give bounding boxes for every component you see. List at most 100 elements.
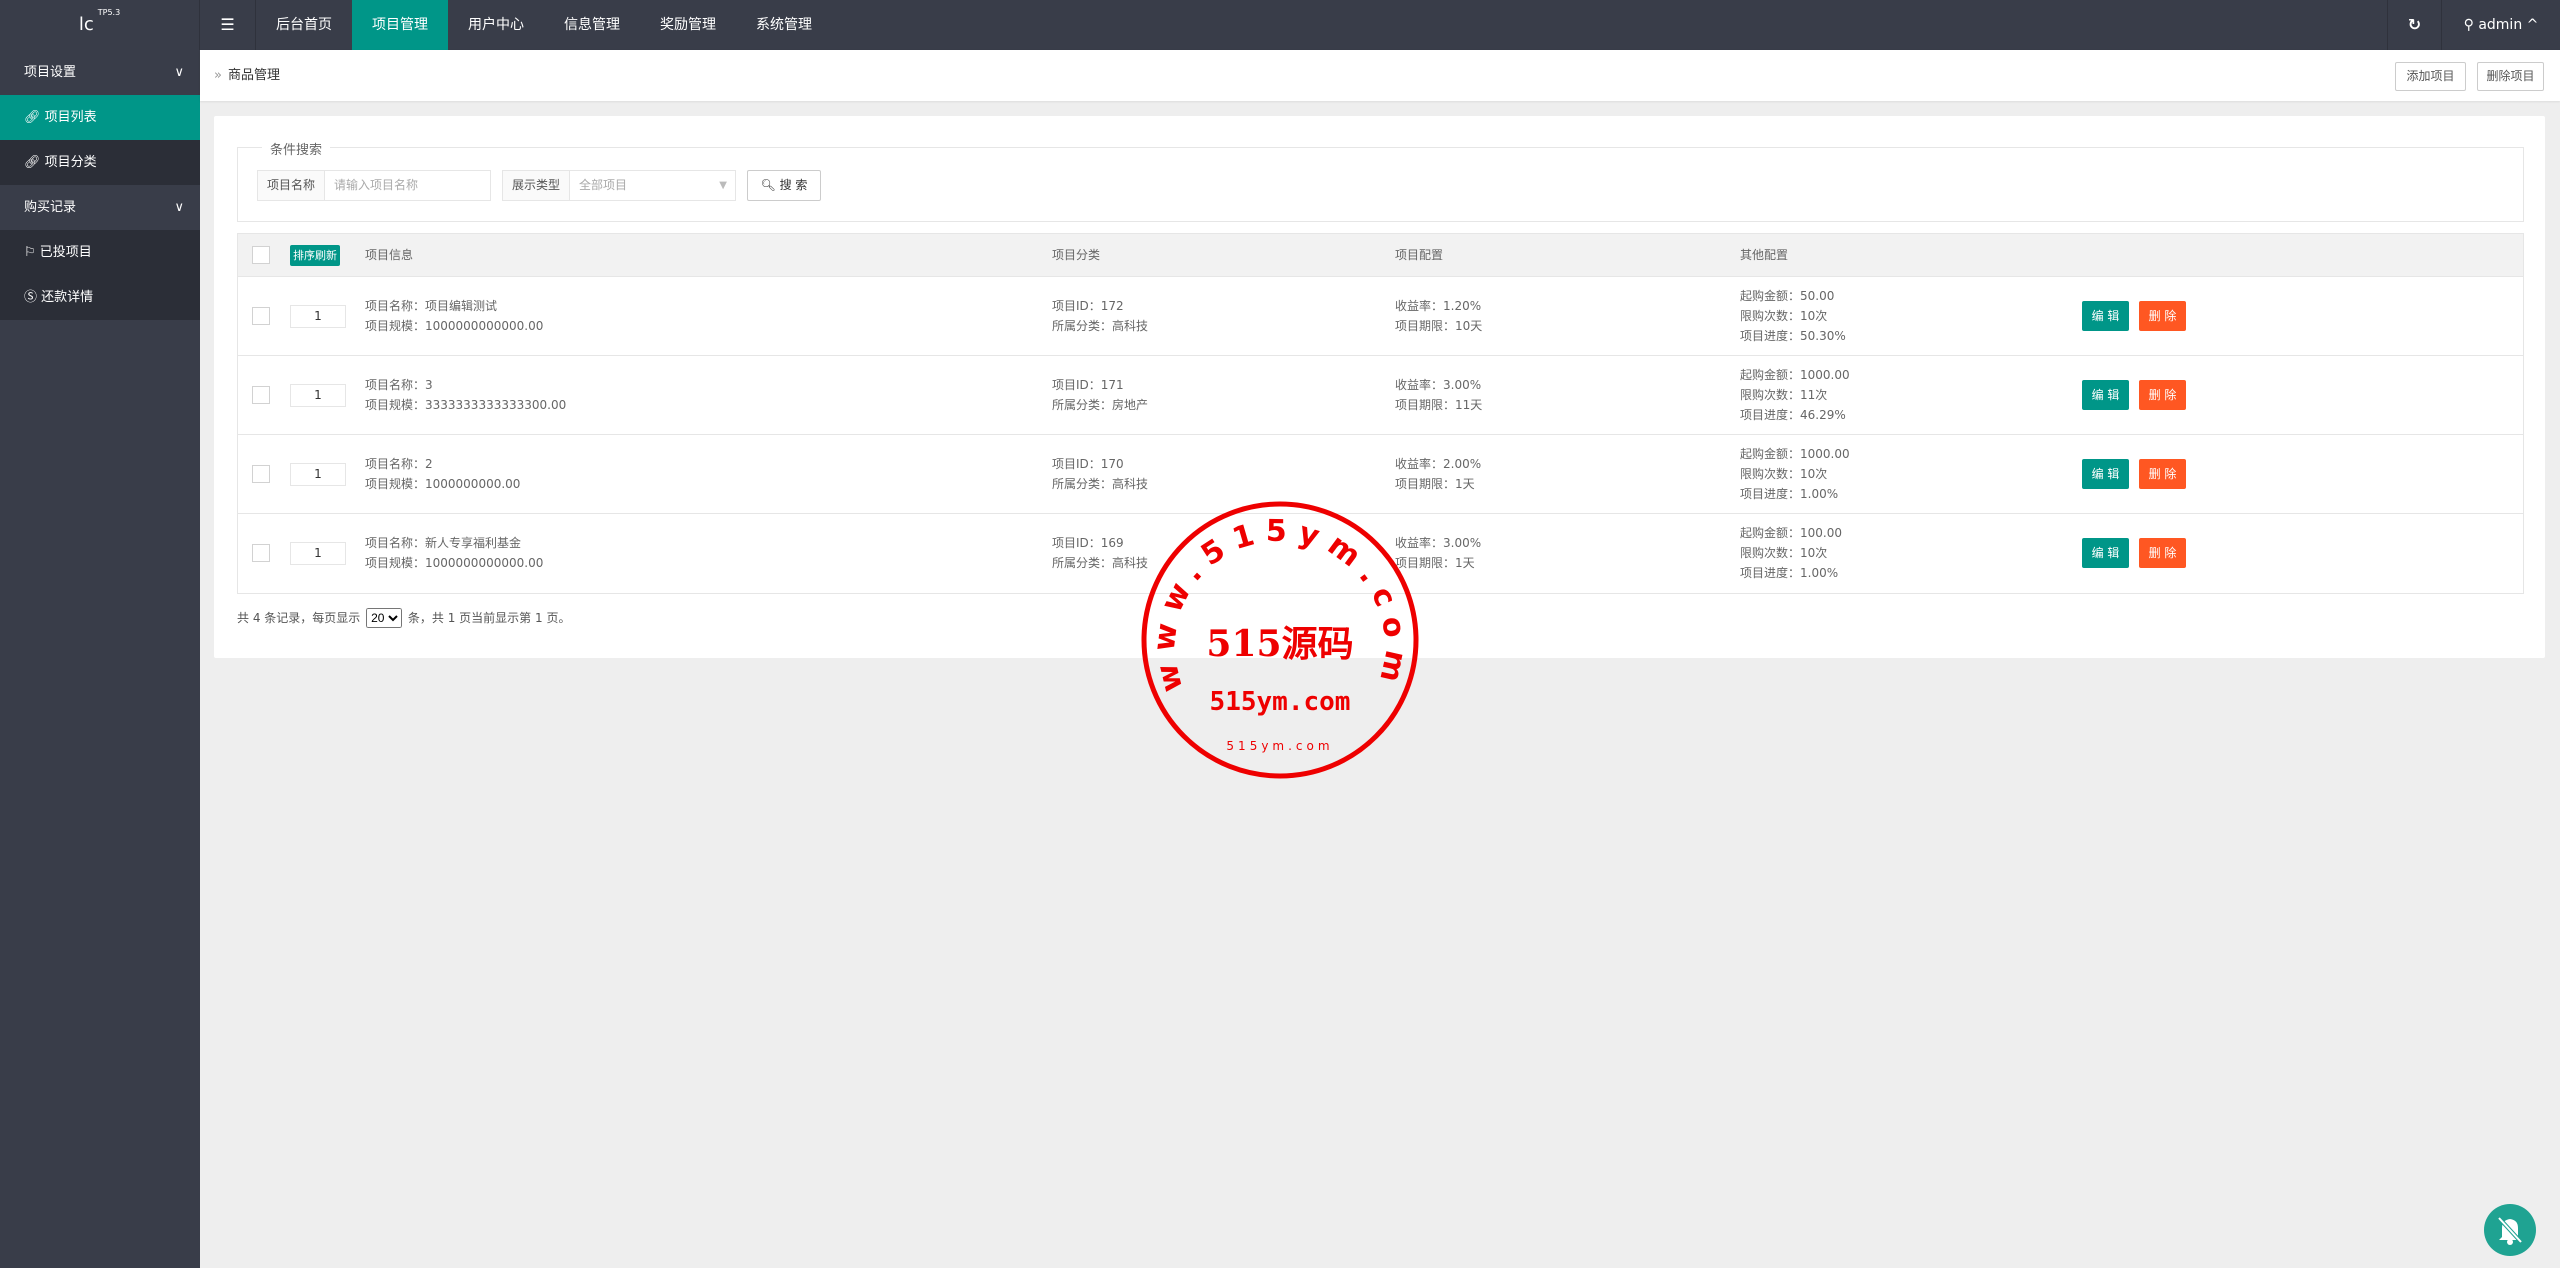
group-label: 项目设置	[24, 65, 77, 80]
nav-project-management[interactable]: 项目管理	[352, 0, 448, 50]
sidebar-item-project-category[interactable]: 🔗︎ 项目分类	[0, 140, 200, 185]
logo[interactable]: lcTP5.3	[0, 0, 200, 50]
project-table: 排序刷新 项目信息 项目分类 项目配置 其他配置 1 项目名称：项目编辑测试 项目…	[237, 233, 2524, 594]
version-label: TP5.3	[97, 8, 121, 17]
chevron-up-icon: ^	[2526, 17, 2539, 33]
col-other: 其他配置	[1740, 248, 1789, 262]
project-id: 项目ID：169	[1052, 536, 1124, 550]
category: 所属分类：高科技	[1052, 319, 1149, 333]
search-icon: 🔍︎	[760, 178, 776, 192]
pagination: 共 4 条记录，每页显示 20 条，共 1 页当前显示第 1 页。	[237, 608, 570, 628]
type-input-group: 展示类型 全部项目 ▼	[502, 170, 736, 201]
min-amount: 起购金额：50.00	[1740, 289, 1835, 303]
row-checkbox[interactable]	[252, 307, 270, 325]
page-size-select[interactable]: 20	[366, 608, 403, 628]
project-config: 收益率：3.00% 项目期限：11天	[1395, 375, 1482, 415]
search-fieldset: 条件搜索 项目名称 请输入项目名称 展示类型 全部项目 ▼ 🔍︎ 搜 索	[237, 139, 2524, 222]
sidebar-group-project-settings[interactable]: 项目设置 ∨	[0, 50, 200, 95]
col-config: 项目配置	[1395, 248, 1444, 262]
project-category: 项目ID：172 所属分类：高科技	[1052, 296, 1148, 336]
hamburger-icon[interactable]: ☰	[200, 0, 256, 50]
type-select[interactable]: 全部项目 ▼	[570, 171, 735, 200]
project-name: 项目名称：3	[365, 378, 433, 392]
sort-input[interactable]: 1	[290, 305, 346, 328]
project-scale: 项目规模：1000000000000.00	[365, 556, 544, 570]
sort-input[interactable]: 1	[290, 463, 346, 486]
category: 所属分类：房地产	[1052, 398, 1149, 412]
edit-button[interactable]: 编 辑	[2082, 380, 2129, 410]
project-id: 项目ID：170	[1052, 457, 1124, 471]
sidebar-item-invested[interactable]: ⚐ 已投项目	[0, 230, 200, 275]
sort-refresh-button[interactable]: 排序刷新	[290, 245, 340, 266]
top-nav: 后台首页 项目管理 用户中心 信息管理 奖励管理 系统管理	[256, 0, 832, 50]
top-header: lcTP5.3 ☰ 后台首页 项目管理 用户中心 信息管理 奖励管理 系统管理 …	[0, 0, 2560, 50]
rate: 收益率：3.00%	[1395, 378, 1482, 392]
category: 所属分类：高科技	[1052, 477, 1149, 491]
type-value: 全部项目	[579, 178, 628, 192]
term: 项目期限：1天	[1395, 477, 1475, 491]
progress: 项目进度：1.00%	[1740, 487, 1839, 501]
project-config: 收益率：1.20% 项目期限：10天	[1395, 296, 1482, 336]
sidebar-item-project-list[interactable]: 🔗︎ 项目列表	[0, 95, 200, 140]
caret-down-icon: ▼	[719, 180, 727, 191]
row-checkbox[interactable]	[252, 386, 270, 404]
main-card: 条件搜索 项目名称 请输入项目名称 展示类型 全部项目 ▼ 🔍︎ 搜 索 排序刷新…	[214, 116, 2545, 658]
nav-info-management[interactable]: 信息管理	[544, 0, 640, 50]
category: 所属分类：高科技	[1052, 556, 1149, 570]
min-amount: 起购金额：1000.00	[1740, 368, 1850, 382]
table-row: 1 项目名称：项目编辑测试项目规模：1000000000000.00 项目ID：…	[238, 277, 2523, 356]
other-config: 起购金额：1000.00 限购次数：10次 项目进度：1.00%	[1740, 444, 1850, 504]
sort-input[interactable]: 1	[290, 384, 346, 407]
project-config: 收益率：3.00% 项目期限：1天	[1395, 533, 1481, 573]
delete-button[interactable]: 删 除	[2139, 380, 2186, 410]
item-label: 已投项目	[39, 245, 92, 260]
rate: 收益率：2.00%	[1395, 457, 1482, 471]
nav-home[interactable]: 后台首页	[256, 0, 352, 50]
name-input[interactable]: 请输入项目名称	[325, 171, 490, 200]
edit-button[interactable]: 编 辑	[2082, 301, 2129, 331]
nav-system-management[interactable]: 系统管理	[736, 0, 832, 50]
progress: 项目进度：1.00%	[1740, 566, 1839, 580]
table-row: 1 项目名称：新人专享福利基金 项目规模：1000000000000.00 项目I…	[238, 514, 2523, 593]
add-project-button[interactable]: 添加项目	[2395, 62, 2466, 91]
stamp-domain-text: 515ym.com	[1210, 687, 1351, 717]
username: admin	[2478, 17, 2523, 33]
delete-button[interactable]: 删 除	[2139, 538, 2186, 568]
item-label: 还款详情	[41, 290, 94, 305]
row-checkbox[interactable]	[252, 465, 270, 483]
link-icon: 🔗︎	[24, 155, 41, 170]
group-label: 购买记录	[24, 200, 77, 215]
pager-prefix: 共 4 条记录，每页显示	[237, 611, 361, 625]
other-config: 起购金额：1000.00 限购次数：11次 项目进度：46.29%	[1740, 365, 1850, 425]
edit-button[interactable]: 编 辑	[2082, 459, 2129, 489]
sort-input[interactable]: 1	[290, 542, 346, 565]
search-legend: 条件搜索	[262, 139, 331, 158]
project-info: 项目名称：2 项目规模：1000000000.00	[365, 454, 520, 494]
project-category: 项目ID：170 所属分类：高科技	[1052, 454, 1148, 494]
purchase-limit: 限购次数：11次	[1740, 388, 1828, 402]
purchase-limit: 限购次数：10次	[1740, 309, 1828, 323]
logo-text: lc	[78, 14, 94, 35]
delete-project-button[interactable]: 删除项目	[2477, 62, 2544, 91]
edit-button[interactable]: 编 辑	[2082, 538, 2129, 568]
nav-user-center[interactable]: 用户中心	[448, 0, 544, 50]
bell-off-icon[interactable]	[2484, 1204, 2536, 1256]
project-name: 项目名称：项目编辑测试	[365, 299, 498, 313]
project-scale: 项目规模：1000000000000.00	[365, 319, 544, 333]
refresh-icon[interactable]: ↻	[2387, 0, 2441, 50]
project-id: 项目ID：171	[1052, 378, 1124, 392]
double-chevron-icon: »	[214, 68, 222, 83]
sidebar-item-repayment[interactable]: Ⓢ 还款详情	[0, 275, 200, 320]
delete-button[interactable]: 删 除	[2139, 459, 2186, 489]
link-icon: 🔗︎	[24, 110, 41, 125]
sidebar-group-purchase-records[interactable]: 购买记录 ∨	[0, 185, 200, 230]
project-info: 项目名称：新人专享福利基金 项目规模：1000000000000.00	[365, 533, 543, 573]
select-all-checkbox[interactable]	[252, 246, 270, 264]
search-button[interactable]: 🔍︎ 搜 索	[747, 170, 821, 201]
nav-reward-management[interactable]: 奖励管理	[640, 0, 736, 50]
user-menu[interactable]: ⚲ admin ^	[2441, 0, 2560, 50]
flag-icon: ⚐	[24, 245, 36, 260]
item-label: 项目列表	[44, 110, 97, 125]
row-checkbox[interactable]	[252, 544, 270, 562]
delete-button[interactable]: 删 除	[2139, 301, 2186, 331]
